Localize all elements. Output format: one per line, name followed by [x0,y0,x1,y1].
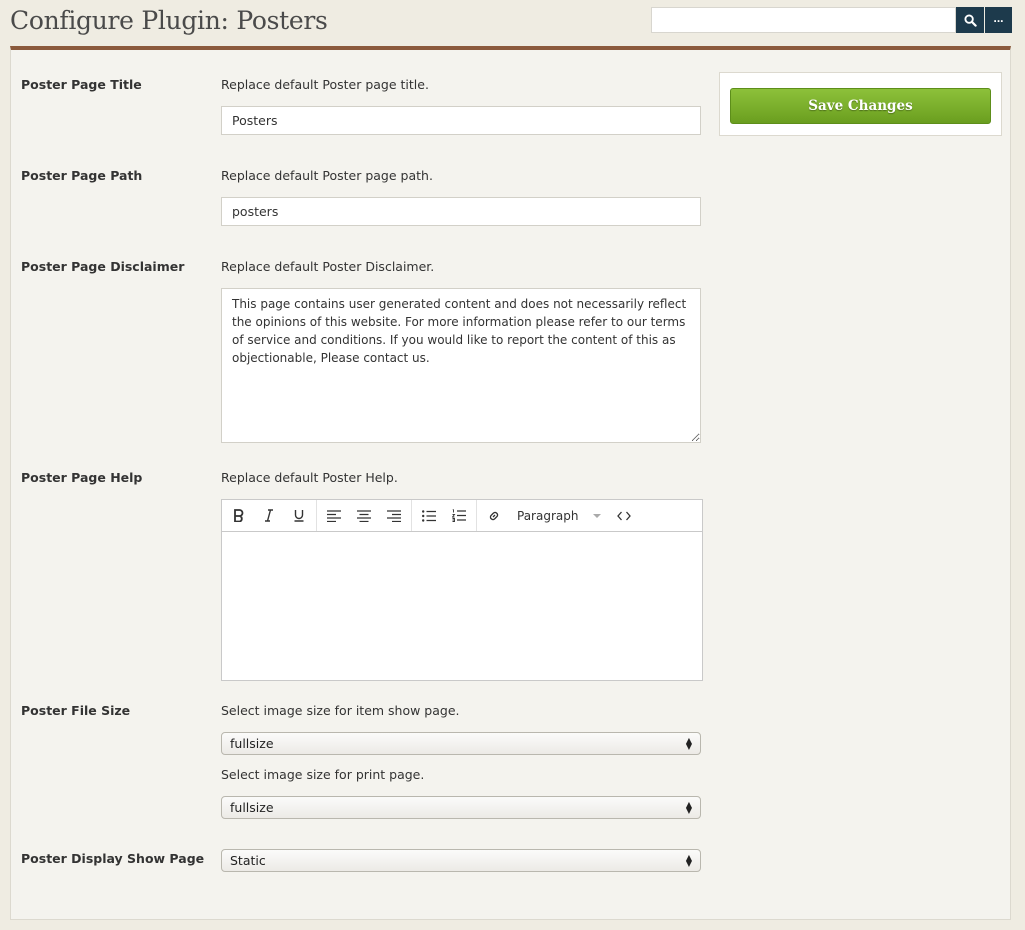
bold-button[interactable] [224,502,254,530]
search-bar: ... [651,7,1012,33]
print-page-size-value: fullsize [230,800,274,815]
bullet-list-icon [422,509,436,522]
code-icon [617,511,631,520]
align-left-button[interactable] [319,502,349,530]
select-arrows-icon: ▲ ▼ [685,852,692,868]
align-center-button[interactable] [349,502,379,530]
poster-file-size-label: Poster File Size [21,703,131,718]
poster-page-help-editor: Paragraph [221,499,703,681]
select-arrows-icon: ▲ ▼ [685,799,692,815]
align-left-icon [327,509,341,522]
show-page-size-value: fullsize [230,736,274,751]
poster-page-path-label: Poster Page Path [21,168,143,183]
poster-page-help-description: Replace default Poster Help. [221,470,398,485]
italic-button[interactable] [254,502,284,530]
italic-icon [265,509,273,522]
poster-page-help-label: Poster Page Help [21,470,143,485]
show-page-size-select[interactable]: fullsize ▲ ▼ [221,732,701,755]
print-page-size-select[interactable]: fullsize ▲ ▼ [221,796,701,819]
save-panel: Save Changes [719,72,1002,136]
align-center-icon [357,509,371,522]
config-panel: Poster Page Title Replace default Poster… [10,46,1011,920]
link-button[interactable] [479,502,509,530]
align-right-icon [387,509,401,522]
numbered-list-button[interactable] [444,502,474,530]
source-code-button[interactable] [609,502,639,530]
poster-page-path-description: Replace default Poster page path. [221,168,433,183]
chevron-down-icon [593,513,601,518]
underline-icon [294,510,304,522]
bold-icon [234,509,244,522]
poster-display-show-page-label: Poster Display Show Page [21,851,205,866]
poster-page-path-input[interactable] [221,197,701,226]
poster-page-title-label: Poster Page Title [21,77,142,92]
poster-page-disclaimer-description: Replace default Poster Disclaimer. [221,259,435,274]
underline-button[interactable] [284,502,314,530]
show-page-size-description: Select image size for item show page. [221,703,460,718]
display-show-page-value: Static [230,853,266,868]
page-title: Configure Plugin: Posters [10,6,328,35]
editor-toolbar: Paragraph [222,500,702,532]
link-icon [489,511,499,520]
search-button[interactable] [956,7,984,33]
numbered-list-icon [452,509,466,522]
poster-page-title-description: Replace default Poster page title. [221,77,429,92]
editor-content-area[interactable] [222,532,702,680]
save-changes-button[interactable]: Save Changes [730,88,991,124]
poster-page-disclaimer-textarea[interactable]: This page contains user generated conten… [221,288,701,443]
display-show-page-select[interactable]: Static ▲ ▼ [221,849,701,872]
search-input[interactable] [651,7,956,33]
poster-page-disclaimer-label: Poster Page Disclaimer [21,259,185,274]
format-select-label: Paragraph [517,508,579,523]
search-icon [963,13,977,27]
format-select[interactable]: Paragraph [509,502,609,530]
bullet-list-button[interactable] [414,502,444,530]
print-page-size-description: Select image size for print page. [221,767,425,782]
poster-page-title-input[interactable] [221,106,701,135]
select-arrows-icon: ▲ ▼ [685,735,692,751]
align-right-button[interactable] [379,502,409,530]
search-options-button[interactable]: ... [985,7,1012,33]
